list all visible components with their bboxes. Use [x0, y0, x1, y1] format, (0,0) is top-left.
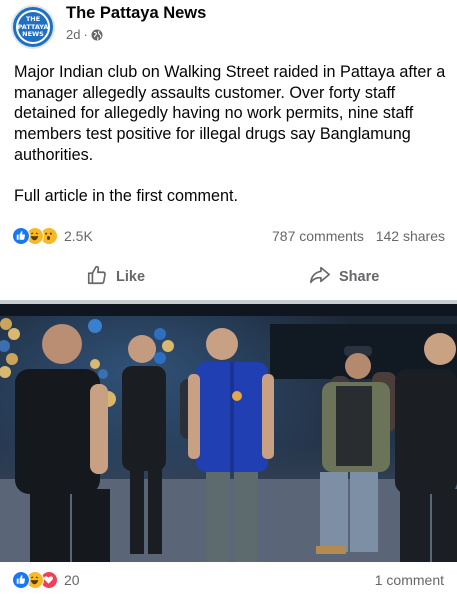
post-text-paragraph: Major Indian club on Walking Street raid… [14, 63, 446, 164]
post-actions: Like Share [0, 258, 457, 298]
share-count[interactable]: 142 shares [376, 228, 445, 244]
photo-footer: 20 1 comment [0, 566, 457, 596]
page-avatar[interactable]: THE PATTAYA NEWS [11, 5, 55, 49]
avatar-logo-line-3: NEWS [22, 30, 44, 38]
like-label: Like [116, 269, 146, 285]
reaction-count[interactable]: 2.5K [64, 228, 93, 244]
post-meta: 2d · [66, 27, 103, 42]
post-text: Major Indian club on Walking Street raid… [14, 62, 446, 207]
engagement-counts: 787 comments 142 shares [272, 228, 445, 244]
like-icon [12, 227, 30, 245]
post-header: THE PATTAYA NEWS The Pattaya News 2d · [0, 0, 457, 52]
like-icon [12, 571, 30, 589]
post-photo[interactable] [0, 304, 457, 562]
post-stats: 2.5K 787 comments 142 shares [12, 226, 445, 248]
page-name-link[interactable]: The Pattaya News [66, 4, 206, 23]
photo-reaction-count[interactable]: 20 [64, 572, 80, 588]
share-arrow-icon [309, 264, 331, 290]
share-label: Share [339, 269, 380, 285]
avatar-logo-text: THE PATTAYA NEWS [13, 15, 53, 39]
comment-count[interactable]: 787 comments [272, 228, 364, 244]
photo-reaction-summary[interactable]: 20 [12, 571, 80, 589]
like-button[interactable]: Like [86, 264, 145, 290]
thumbs-up-icon [86, 264, 108, 290]
photo-illustration [0, 304, 457, 562]
post-text-paragraph: Full article in the first comment. [14, 187, 238, 206]
photo-comment-count[interactable]: 1 comment [375, 572, 444, 588]
globe-icon [91, 29, 103, 41]
post-time[interactable]: 2d [66, 27, 80, 42]
meta-separator: · [83, 27, 88, 42]
share-button[interactable]: Share [309, 264, 379, 290]
reaction-summary[interactable]: 2.5K [12, 227, 93, 245]
